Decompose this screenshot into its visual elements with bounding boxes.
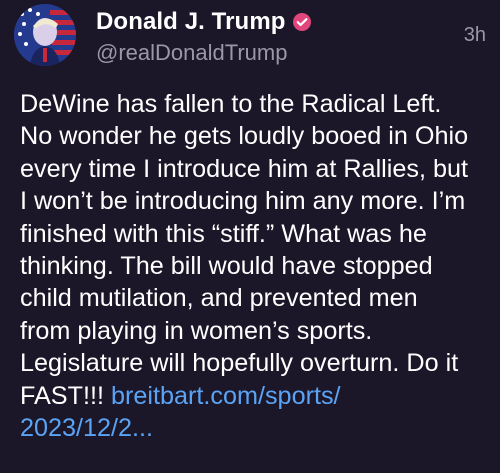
author-handle[interactable]: @realDonaldTrump [96, 40, 287, 66]
verified-badge-icon [292, 13, 311, 31]
post: Donald J. Trump @realDonaldTrump 3h DeWi… [0, 0, 500, 473]
post-text: DeWine has fallen to the Radical Left. N… [20, 88, 495, 444]
author-name[interactable]: Donald J. Trump [96, 8, 286, 36]
author-name-row: Donald J. Trump [96, 8, 312, 36]
post-timestamp[interactable]: 3h [464, 24, 486, 47]
avatar[interactable] [14, 4, 76, 66]
post-body: DeWine has fallen to the Radical Left. N… [20, 90, 469, 410]
